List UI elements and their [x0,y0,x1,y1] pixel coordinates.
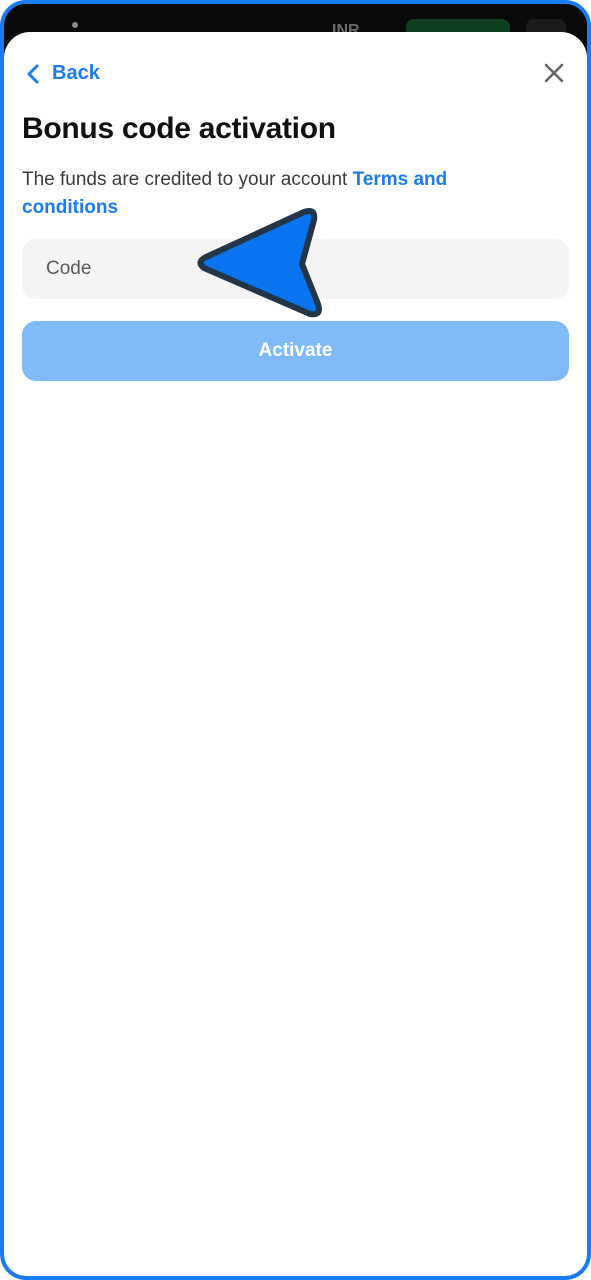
close-icon [543,63,565,88]
chevron-left-icon [26,63,40,85]
back-label: Back [52,62,100,84]
device-frame: INR Back Bonus code activation The funds… [0,0,591,1280]
status-dot [72,22,78,28]
description-text: The funds are credited to your account [22,169,353,190]
back-button[interactable]: Back [26,62,100,85]
bonus-code-sheet: Back Bonus code activation The funds are… [4,32,587,1276]
page-title: Bonus code activation [22,112,336,145]
close-button[interactable] [543,62,565,84]
code-input[interactable] [22,239,569,299]
description: The funds are credited to your account T… [22,166,542,222]
activate-button[interactable]: Activate [22,321,569,381]
